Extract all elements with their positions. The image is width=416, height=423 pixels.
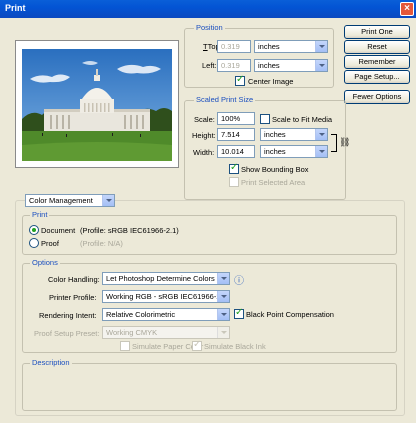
proof-label: Proof bbox=[41, 239, 59, 248]
close-button[interactable]: × bbox=[400, 2, 414, 16]
chevron-down-icon bbox=[315, 60, 327, 71]
simulate-paper-checkbox[interactable] bbox=[120, 341, 130, 351]
width-input[interactable]: 10.014 bbox=[217, 145, 255, 158]
color-handling-label: Color Handling: bbox=[48, 275, 100, 284]
scale-to-fit-checkbox[interactable] bbox=[260, 114, 270, 124]
left-unit-select[interactable]: inches bbox=[254, 59, 328, 72]
simulate-black-checkbox[interactable] bbox=[192, 339, 202, 351]
chevron-down-icon bbox=[217, 327, 229, 338]
info-icon[interactable]: ⓘ bbox=[234, 272, 244, 287]
printer-profile-select[interactable]: Working RGB - sRGB IEC61966-2.1 bbox=[102, 290, 230, 303]
chevron-down-icon bbox=[102, 195, 114, 206]
print-one-button[interactable]: Print One bbox=[344, 25, 410, 39]
document-profile: (Profile: sRGB IEC61966-2.1) bbox=[80, 226, 179, 235]
proof-setup-select[interactable]: Working CMYK bbox=[102, 326, 230, 339]
fewer-options-button[interactable]: Fewer Options bbox=[344, 90, 410, 104]
capitol-photo bbox=[22, 49, 172, 161]
title-bar: Print × bbox=[0, 0, 416, 18]
chevron-down-icon bbox=[217, 273, 229, 284]
constrain-bracket bbox=[331, 134, 337, 152]
chevron-down-icon bbox=[315, 146, 327, 157]
description-text bbox=[26, 370, 393, 406]
document-radio[interactable] bbox=[29, 225, 39, 235]
rendering-intent-select[interactable]: Relative Colorimetric bbox=[102, 308, 230, 321]
printer-profile-label: Printer Profile: bbox=[49, 293, 97, 302]
center-image-label: Center Image bbox=[248, 77, 294, 86]
chevron-down-icon bbox=[315, 129, 327, 140]
top-unit-select[interactable]: inches bbox=[254, 40, 328, 53]
remember-button[interactable]: Remember bbox=[344, 55, 410, 69]
window-title: Print bbox=[5, 3, 26, 13]
options-title: Options bbox=[30, 258, 60, 267]
center-image-checkbox[interactable] bbox=[235, 74, 245, 86]
proof-profile: (Profile: N/A) bbox=[80, 239, 123, 248]
height-input[interactable]: 7.514 bbox=[217, 128, 255, 141]
proof-radio[interactable] bbox=[29, 238, 39, 248]
chevron-down-icon bbox=[315, 41, 327, 52]
height-unit-select[interactable]: inches bbox=[260, 128, 328, 141]
scale-input[interactable]: 100% bbox=[217, 112, 255, 125]
left-input[interactable]: 0.319 bbox=[217, 59, 251, 72]
chevron-down-icon bbox=[217, 291, 229, 302]
color-management-select[interactable]: Color Management bbox=[25, 194, 115, 207]
width-label: Width: bbox=[193, 148, 215, 157]
print-source-group bbox=[22, 215, 397, 255]
top-input[interactable]: 0.319 bbox=[217, 40, 251, 53]
proof-setup-label: Proof Setup Preset: bbox=[34, 329, 100, 338]
scale-to-fit-label: Scale to Fit Media bbox=[272, 115, 333, 124]
width-unit-select[interactable]: inches bbox=[260, 145, 328, 158]
rendering-intent-label: Rendering Intent: bbox=[39, 311, 97, 320]
document-label: Document bbox=[41, 226, 76, 235]
chevron-down-icon bbox=[217, 309, 229, 320]
print-preview bbox=[15, 40, 179, 168]
page-setup-button[interactable]: Page Setup... bbox=[344, 70, 410, 84]
print-source-title: Print bbox=[30, 210, 50, 219]
description-title: Description bbox=[30, 358, 72, 367]
black-point-checkbox[interactable] bbox=[234, 307, 244, 319]
show-bounding-box-checkbox[interactable] bbox=[229, 162, 239, 174]
black-point-label: Black Point Compensation bbox=[246, 310, 334, 319]
print-selected-area-checkbox[interactable] bbox=[229, 177, 239, 187]
reset-button[interactable]: Reset bbox=[344, 40, 410, 54]
left-label: Left: bbox=[202, 61, 217, 70]
scaled-print-size-title: Scaled Print Size bbox=[194, 95, 256, 104]
link-chain-icon: ⛓ bbox=[339, 137, 351, 147]
height-label: Height: bbox=[192, 131, 216, 140]
position-group-title: Position bbox=[194, 23, 225, 32]
show-bounding-box-label: Show Bounding Box bbox=[241, 165, 309, 174]
scale-label: Scale: bbox=[194, 115, 215, 124]
simulate-black-label: Simulate Black Ink bbox=[204, 342, 266, 351]
color-handling-select[interactable]: Let Photoshop Determine Colors bbox=[102, 272, 230, 285]
print-selected-area-label: Print Selected Area bbox=[241, 178, 306, 187]
